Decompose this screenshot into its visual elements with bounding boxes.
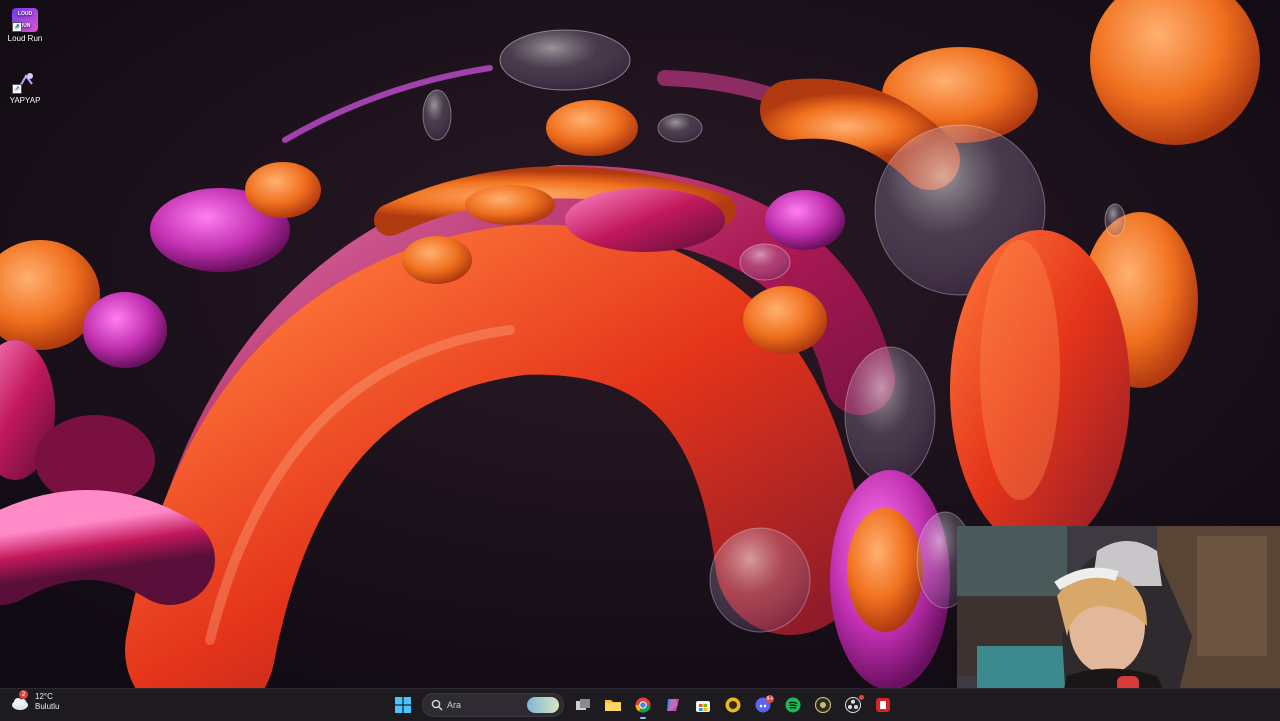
search-box[interactable]: Ara [422, 693, 564, 717]
yellow-app-button[interactable] [722, 694, 744, 716]
desktop-icon-label: YAPYAP [9, 96, 41, 105]
discord-button[interactable]: 9+ [752, 694, 774, 716]
yapyap-game-icon: ↗ [12, 70, 38, 94]
loud-run-game-icon: LOUD RUN ↗ [12, 8, 38, 32]
red-app-button[interactable] [872, 694, 894, 716]
desktop-icon-yapyap[interactable]: ↗ YAPYAP [0, 70, 55, 105]
search-icon [431, 699, 443, 711]
weather-widget[interactable]: 2 12°C Bulutlu [10, 690, 60, 712]
file-explorer-button[interactable] [602, 694, 624, 716]
desktop-icon-loud-run[interactable]: LOUD RUN ↗ Loud Run [0, 8, 55, 43]
search-placeholder: Ara [447, 700, 462, 710]
desktop-icon-label: Loud Run [7, 34, 43, 43]
cloud-weather-icon: 2 [10, 690, 30, 712]
taskbar-center: Ara 9+ [392, 692, 894, 719]
weather-condition: Bulutlu [35, 702, 60, 711]
chrome-button[interactable] [632, 694, 654, 719]
copilot-button[interactable] [662, 694, 684, 716]
chrome-icon [635, 697, 651, 713]
spotify-icon [785, 697, 801, 713]
circle-app-icon [815, 697, 831, 713]
obs-button[interactable] [842, 694, 864, 716]
circle-app-button[interactable] [812, 694, 834, 716]
yellow-app-icon [725, 697, 741, 713]
red-app-icon [876, 698, 890, 712]
shortcut-arrow-icon: ↗ [12, 22, 22, 32]
spotify-button[interactable] [782, 694, 804, 716]
store-button[interactable] [692, 694, 714, 716]
weather-alert-badge: 2 [19, 690, 28, 699]
obs-icon [845, 697, 861, 713]
folder-icon [605, 700, 621, 711]
copilot-icon [667, 699, 679, 711]
weather-temperature: 12°C [35, 692, 53, 701]
obs-recording-dot [859, 695, 864, 700]
task-view-button[interactable] [572, 694, 594, 716]
store-icon [696, 701, 710, 712]
discord-notification-badge: 9+ [766, 695, 774, 703]
start-button[interactable] [392, 694, 414, 716]
shortcut-arrow-icon: ↗ [12, 84, 22, 94]
active-indicator [640, 717, 646, 719]
windows-icon [395, 697, 411, 713]
task-view-icon [576, 699, 590, 710]
taskbar: 2 12°C Bulutlu Ara 9+ [0, 688, 1280, 721]
search-highlight-image [527, 697, 559, 713]
